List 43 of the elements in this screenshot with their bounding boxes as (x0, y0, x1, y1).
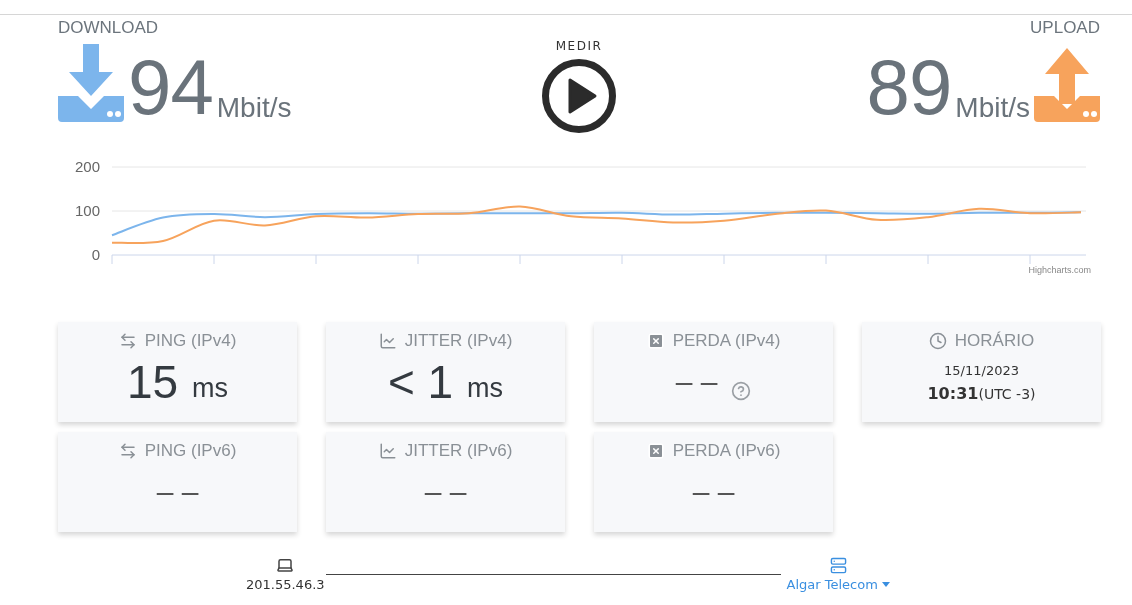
axis-label: 0 (91, 246, 100, 263)
play-icon (541, 58, 617, 134)
card-title: HORÁRIO (954, 331, 1035, 351)
x-square-icon (646, 442, 665, 460)
axis-label: 100 (74, 202, 100, 219)
download-label: DOWNLOAD (58, 18, 159, 38)
x-square-icon (646, 332, 665, 350)
line-chart-icon (378, 332, 397, 350)
arrows-icon (118, 332, 137, 350)
axis-label: 200 (74, 158, 100, 175)
metric-value: – – (675, 364, 718, 400)
clock-icon (928, 332, 947, 350)
play-button[interactable] (541, 58, 617, 134)
upload-unit: Mbit/s (955, 92, 1030, 124)
download-speed: 94 (128, 52, 213, 122)
metric-value: 15 (126, 357, 179, 407)
upload-label: UPLOAD (1030, 18, 1100, 38)
ip-address: 201.55.46.3 (246, 577, 325, 592)
metric-value: – – (692, 474, 735, 510)
metric-value: < 1 (387, 357, 454, 407)
line-chart-icon (378, 442, 397, 460)
chart-credit[interactable]: Highcharts.com (1028, 265, 1091, 275)
date-text: 15/11/2023 (944, 363, 1019, 378)
card-title: PERDA (IPv4) (672, 331, 781, 351)
card-title: JITTER (IPv4) (404, 331, 513, 351)
card-title: JITTER (IPv6) (404, 441, 513, 461)
metric-value: – – (424, 474, 467, 510)
server-dropdown[interactable]: Algar Telecom (786, 577, 890, 592)
card-title: PING (IPv6) (144, 441, 237, 461)
download-unit: Mbit/s (216, 92, 292, 124)
card-title: PERDA (IPv6) (672, 441, 781, 461)
metric-unit: ms (467, 372, 504, 405)
laptop-icon (276, 556, 295, 574)
caret-icon (881, 582, 890, 587)
upload-speed: 89 (866, 52, 952, 122)
download-icon (58, 44, 124, 122)
measure-label: MEDIR (555, 39, 603, 53)
metric-value: – – (156, 474, 199, 510)
metric-unit: ms (192, 372, 229, 405)
time-text: 10:31(UTC -3) (927, 384, 1036, 403)
arrows-icon (118, 442, 137, 460)
server-icon (829, 557, 847, 574)
card-title: PING (IPv4) (144, 331, 237, 351)
